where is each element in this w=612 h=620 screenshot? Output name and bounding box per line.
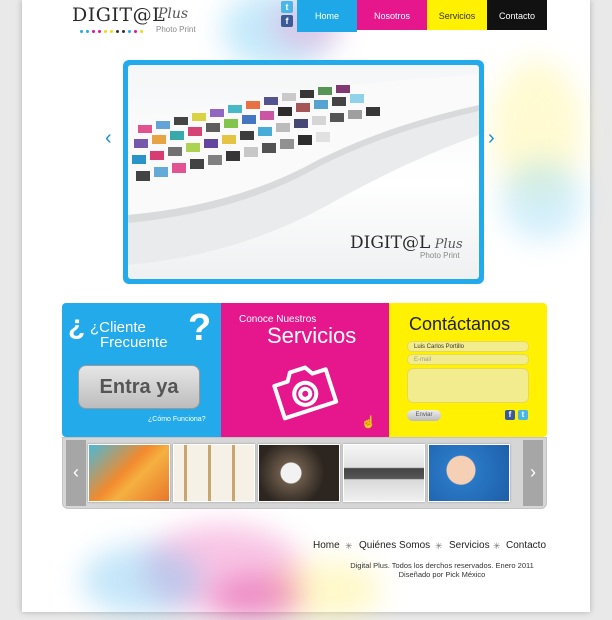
message-textarea[interactable]: [407, 368, 529, 403]
nav-nosotros[interactable]: Nosotros: [357, 0, 427, 30]
splash-cyan-right: [502, 160, 582, 240]
splash-magenta-bottom: [212, 575, 302, 620]
facebook-icon[interactable]: f: [505, 410, 515, 420]
footer-nav-servicios[interactable]: Servicios: [449, 540, 490, 551]
logo-text: DIGIT@L: [72, 4, 166, 26]
slide-watermark-logo: DIGIT@L Plus Photo Print: [350, 233, 463, 260]
entra-ya-button[interactable]: Entra ya: [78, 365, 200, 409]
footer-nav-home[interactable]: Home: [313, 540, 340, 551]
slider-next-arrow[interactable]: ›: [488, 128, 495, 148]
panel-servicios[interactable]: Conoce Nuestros Servicios ☝: [221, 303, 389, 437]
gallery-prev-arrow[interactable]: ‹: [66, 440, 86, 506]
email-field[interactable]: E-mail: [407, 354, 529, 365]
camera-icon: [272, 365, 339, 421]
cliente-title-line2: Frecuente: [100, 334, 168, 351]
enviar-button[interactable]: Enviar: [407, 410, 441, 421]
logo[interactable]: DIGIT@L Plus Photo Print: [72, 4, 202, 44]
credit-text: Diseñado por Pick México: [398, 570, 486, 579]
copyright-text: Digital Plus. Todos los derchos reservad…: [350, 561, 534, 570]
servicios-title: Servicios: [267, 323, 357, 348]
footer-separator-icon: ✳: [345, 541, 353, 551]
gallery-strip: ‹ ›: [62, 437, 547, 509]
watermark-logo-subtitle: Photo Print: [420, 251, 460, 260]
hand-cursor-icon: ☝: [361, 415, 376, 429]
facebook-icon[interactable]: f: [281, 15, 293, 27]
nav-servicios[interactable]: Servicios: [427, 0, 487, 30]
panel-cliente-frecuente: ¿ ¿Cliente Frecuente ? Entra ya ¿Cómo Fu…: [62, 303, 221, 437]
footer-separator-icon: ✳: [493, 541, 501, 551]
gallery-thumb-puzzle-kids[interactable]: [88, 444, 170, 502]
twitter-icon[interactable]: t: [518, 410, 528, 420]
hero-slide-image: DIGIT@L Plus Photo Print: [128, 65, 479, 279]
cliente-open-question-icon: ¿: [68, 309, 86, 340]
footer-separator-icon: ✳: [435, 541, 443, 551]
gallery-next-arrow[interactable]: ›: [523, 440, 543, 506]
contactanos-title: Contáctanos: [409, 314, 511, 334]
cliente-close-question-icon: ?: [188, 307, 212, 349]
watermark-logo-plus: Plus: [434, 237, 463, 252]
footer-nav-quienes-somos[interactable]: Quiénes Somos: [359, 540, 430, 551]
gallery-thumb-printer[interactable]: [343, 444, 425, 502]
gallery-thumb-frames[interactable]: [173, 444, 255, 502]
nav-contacto[interactable]: Contacto: [487, 0, 547, 30]
nav-home[interactable]: Home: [297, 0, 357, 32]
logo-plus-text: Plus: [158, 6, 189, 22]
slider-prev-arrow[interactable]: ‹: [105, 128, 112, 148]
splash-blue-bottom: [82, 545, 202, 615]
footer-copyright: Digital Plus. Todos los derchos reservad…: [322, 561, 562, 579]
logo-dots-icon: [80, 30, 143, 33]
como-funciona-link[interactable]: ¿Cómo Funciona?: [148, 416, 206, 423]
name-field[interactable]: Luis Carlos Portillo: [407, 341, 529, 352]
panel-contactanos: Contáctanos Luis Carlos Portillo E-mail …: [389, 303, 547, 437]
page: DIGIT@L Plus Photo Print t f Home Nosotr…: [22, 0, 590, 620]
footer-nav-contacto[interactable]: Contacto: [506, 540, 546, 551]
hero-slider: DIGIT@L Plus Photo Print: [123, 60, 484, 284]
gallery-thumb-mousepad[interactable]: [428, 444, 510, 502]
gallery-thumb-wedding-canvas[interactable]: [258, 444, 340, 502]
twitter-icon[interactable]: t: [281, 1, 293, 13]
logo-subtitle: Photo Print: [156, 25, 196, 34]
watermark-logo-text: DIGIT@L: [350, 233, 431, 253]
